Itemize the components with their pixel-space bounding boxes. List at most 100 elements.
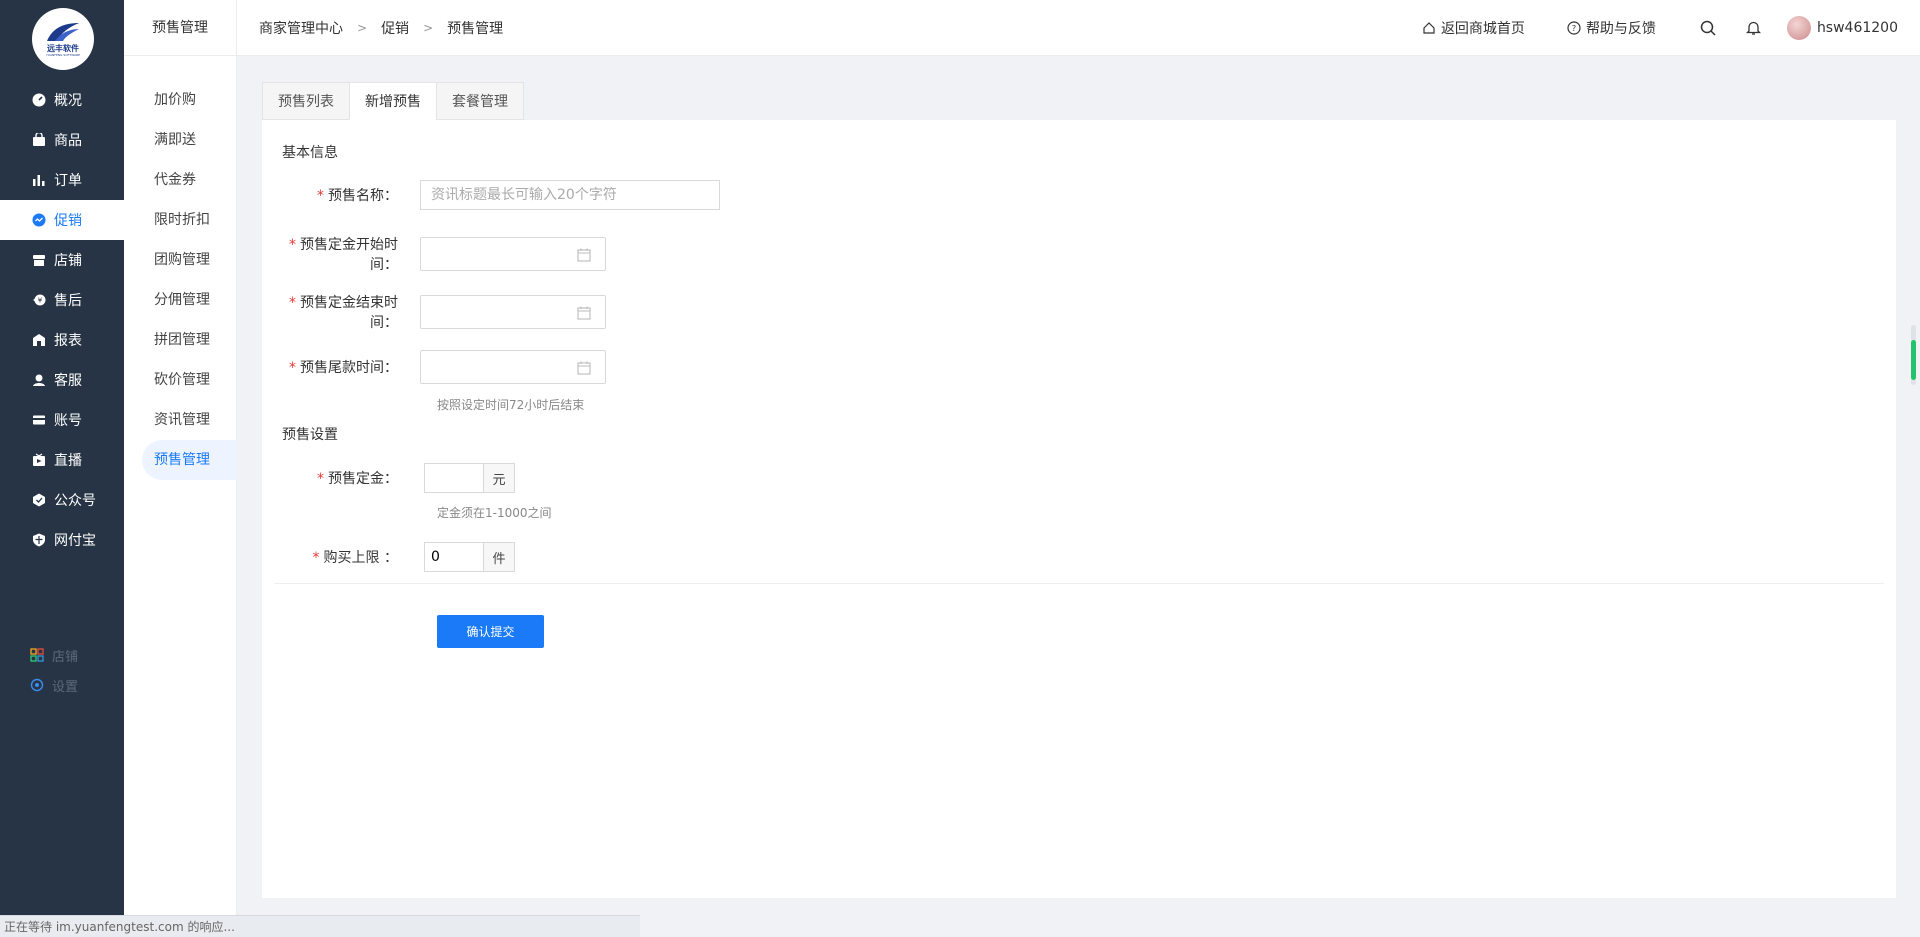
scrollbar-thumb[interactable] (1911, 340, 1916, 380)
search-button[interactable] (1700, 20, 1716, 36)
final-time-hint: 按照设定时间72小时后结束 (437, 398, 585, 412)
nav-item-promotion[interactable]: 促销 (0, 200, 124, 240)
row-purchase-limit: *购买上限 ： 件 (262, 542, 515, 572)
settings-icon (30, 678, 44, 692)
tab-add-presale[interactable]: 新增预售 (349, 82, 437, 120)
row-presale-name: * 预售名称： (262, 180, 720, 210)
subnav-item-news[interactable]: 资讯管理 (124, 400, 237, 440)
secondary-sidebar-title: 预售管理 (124, 0, 236, 56)
breadcrumb-promotion[interactable]: 促销 (381, 18, 409, 38)
subnav-item-full-gift[interactable]: 满即送 (124, 120, 237, 160)
report-icon (32, 333, 46, 347)
subnav-item-presale[interactable]: 预售管理 (142, 440, 237, 480)
help-feedback-link[interactable]: ? 帮助与反馈 (1567, 18, 1656, 38)
main-sidebar: 远丰软件 YUANFENG SOFTWARE 概况 商品 订单 促销 店铺 ¥ … (0, 0, 124, 937)
dashboard-icon (32, 93, 46, 107)
nav-label: 店铺 (54, 253, 82, 269)
home-icon (1423, 22, 1435, 34)
tab-package-management[interactable]: 套餐管理 (436, 82, 524, 120)
deposit-hint: 定金须在1-1000之间 (437, 506, 552, 520)
subnav-item-flash-discount[interactable]: 限时折扣 (124, 200, 237, 240)
nav-item-goods[interactable]: 商品 (0, 120, 124, 160)
header-actions: 返回商城首页 ? 帮助与反馈 hsw461200 (1380, 0, 1898, 56)
nav-label: 报表 (54, 333, 82, 349)
subnav-item-commission[interactable]: 分佣管理 (124, 280, 237, 320)
nav-item-live[interactable]: 直播 (0, 440, 124, 480)
card-icon (32, 413, 46, 427)
breadcrumb-merchant-center[interactable]: 商家管理中心 (259, 18, 343, 38)
limit-unit: 件 (484, 542, 515, 572)
svg-text:?: ? (1572, 24, 1576, 33)
nav-item-overview[interactable]: 概况 (0, 80, 124, 120)
nav-item-official-account[interactable]: 公众号 (0, 480, 124, 520)
row-deposit-amount: * 预售定金： 元 (262, 463, 515, 493)
logo-mark-wrap: 远丰软件 YUANFENG SOFTWARE (38, 16, 88, 62)
promo-icon (32, 213, 46, 227)
user-menu[interactable]: hsw461200 (1786, 16, 1898, 40)
subnav-item-pintuan[interactable]: 拼团管理 (124, 320, 237, 360)
submit-button[interactable]: 确认提交 (437, 615, 544, 648)
nav-label: 订单 (54, 173, 82, 189)
subnav-item-bargain[interactable]: 砍价管理 (124, 360, 237, 400)
nav-item-wangfubao[interactable]: 网付宝 (0, 520, 124, 560)
row-final-payment-time: * 预售尾款时间： (262, 350, 606, 384)
nav-label: 售后 (54, 293, 82, 309)
nav-bottom-settings[interactable]: 设置 (0, 670, 124, 700)
nav-label: 促销 (54, 213, 82, 229)
deposit-end-date-picker[interactable] (420, 295, 606, 329)
field-label: * 预售名称： (317, 188, 398, 204)
return-home-link[interactable]: 返回商城首页 (1422, 18, 1525, 38)
required-mark: * (289, 237, 296, 253)
row-deposit-end: * 预售定金结束时间： (262, 292, 606, 332)
field-label: * 预售定金： (317, 471, 398, 487)
nav-label: 网付宝 (54, 533, 96, 549)
nav-item-store[interactable]: 店铺 (0, 240, 124, 280)
logo-wing-icon (47, 23, 79, 41)
nav-item-report[interactable]: 报表 (0, 320, 124, 360)
main-panel: 预售列表 新增预售 套餐管理 基本信息 *预售名称： *预售定金开始时间： *预… (262, 82, 1896, 898)
shield-icon (32, 533, 46, 547)
required-mark: * (289, 295, 296, 311)
nav-bottom-store[interactable]: 店铺 (0, 640, 124, 670)
tab-presale-list[interactable]: 预售列表 (262, 82, 350, 120)
required-mark: * (317, 188, 324, 204)
secondary-nav: 加价购 满即送 代金券 限时折扣 团购管理 分佣管理 拼团管理 砍价管理 资讯管… (124, 80, 237, 480)
notification-button[interactable] (1745, 20, 1761, 36)
tab-bar: 预售列表 新增预售 套餐管理 (262, 82, 524, 120)
nav-label: 客服 (54, 373, 82, 389)
field-label: * 预售定金开始时间： (289, 237, 398, 273)
deposit-amount-input[interactable] (424, 463, 484, 493)
secondary-sidebar: 预售管理 加价购 满即送 代金券 限时折扣 团购管理 分佣管理 拼团管理 砍价管… (124, 0, 237, 937)
presale-name-input[interactable] (420, 180, 720, 210)
deposit-start-date-picker[interactable] (420, 237, 606, 271)
row-deposit-start: * 预售定金开始时间： (262, 234, 606, 274)
subnav-item-voucher[interactable]: 代金券 (124, 160, 237, 200)
form-divider (274, 583, 1884, 584)
subnav-item-markup-purchase[interactable]: 加价购 (124, 80, 237, 120)
chevron-right-icon: > (423, 21, 434, 35)
section-presale-settings: 预售设置 (282, 427, 338, 443)
section-basic-info: 基本信息 (282, 145, 338, 161)
nav-label: 账号 (54, 413, 82, 429)
breadcrumb: 商家管理中心 > 促销 > 预售管理 (259, 0, 503, 56)
logo[interactable]: 远丰软件 YUANFENG SOFTWARE (32, 8, 94, 70)
required-mark: * (317, 471, 324, 487)
nav-item-aftersale[interactable]: ¥ 售后 (0, 280, 124, 320)
deposit-unit: 元 (484, 463, 515, 493)
bag-icon (32, 133, 46, 147)
final-payment-date-picker[interactable] (420, 350, 606, 384)
nav-item-orders[interactable]: 订单 (0, 160, 124, 200)
badge-icon (32, 493, 46, 507)
nav-item-customer-service[interactable]: 客服 (0, 360, 124, 400)
bar-chart-icon (32, 173, 46, 187)
help-feedback-label: 帮助与反馈 (1585, 21, 1656, 37)
limit-input-group: 件 (424, 542, 515, 572)
deposit-input-group: 元 (424, 463, 515, 493)
top-header: 商家管理中心 > 促销 > 预售管理 返回商城首页 ? 帮助与反馈 hsw461… (237, 0, 1920, 56)
help-icon: ? (1567, 21, 1581, 35)
nav-item-account[interactable]: 账号 (0, 400, 124, 440)
subnav-item-group-buy[interactable]: 团购管理 (124, 240, 237, 280)
purchase-limit-input[interactable] (424, 542, 484, 572)
grid-icon (30, 648, 44, 662)
store-icon (32, 253, 46, 267)
